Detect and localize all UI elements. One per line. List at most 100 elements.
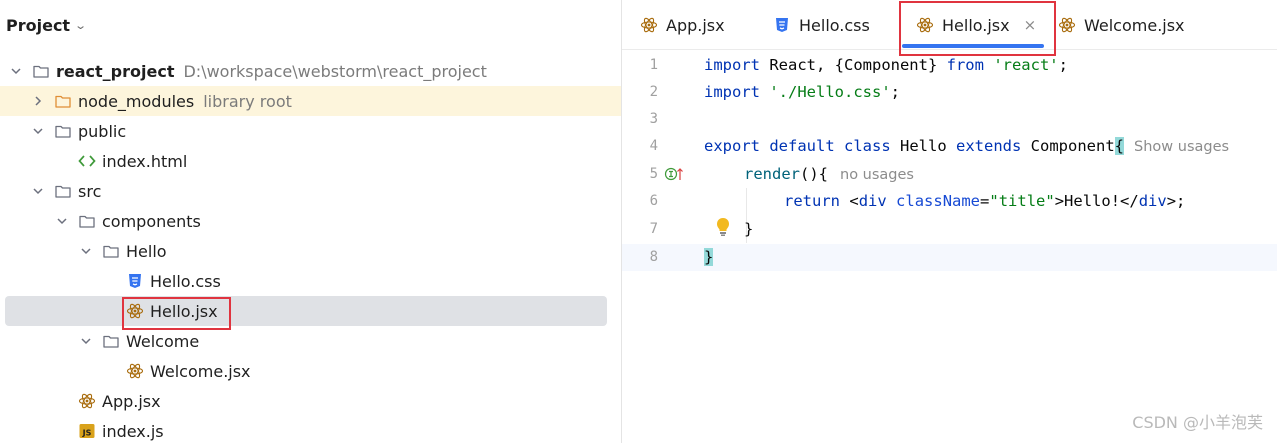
code-token: >Hello!</ xyxy=(1054,192,1139,210)
code-token: class xyxy=(844,137,891,155)
chevron-down-icon[interactable] xyxy=(32,185,44,197)
tab-hello-css[interactable]: Hello.css xyxy=(773,0,870,50)
line-number: 4 xyxy=(649,138,658,154)
tree-item-app-jsx[interactable]: App.jsx xyxy=(0,386,621,416)
folder-icon xyxy=(78,212,96,230)
line-number: 2 xyxy=(649,84,658,100)
project-view-selector[interactable]: Project ⌄ xyxy=(6,14,87,36)
code-token: < xyxy=(849,192,859,210)
code-token: from xyxy=(946,56,984,74)
folder-icon xyxy=(32,62,50,80)
tree-item-hello-css[interactable]: Hello.css xyxy=(0,266,621,296)
react-icon xyxy=(78,392,96,410)
code-token: div xyxy=(858,192,887,210)
code-token: default xyxy=(769,137,835,155)
css-icon xyxy=(773,16,791,34)
code-line-5: render(){no usages xyxy=(744,161,914,188)
code-token: extends xyxy=(956,137,1022,155)
line-number: 5 xyxy=(649,166,658,182)
chevron-down-icon[interactable] xyxy=(32,125,44,137)
library-root-label: library root xyxy=(203,91,292,111)
show-usages-hint[interactable]: Show usages xyxy=(1134,139,1229,155)
code-token: } xyxy=(744,220,754,238)
code-token: Hello xyxy=(890,137,957,155)
chevron-down-icon[interactable] xyxy=(10,65,22,77)
implementation-marker-icon[interactable] xyxy=(664,166,684,185)
code-token: className xyxy=(896,192,981,210)
html-icon xyxy=(78,152,96,170)
tree-item-label: public xyxy=(78,121,127,141)
tree-item-public[interactable]: public xyxy=(0,116,621,146)
tab-label: Welcome.jsx xyxy=(1084,15,1185,35)
folder-icon xyxy=(102,242,120,260)
tree-item-label: App.jsx xyxy=(102,391,161,411)
code-line-6: return <div className="title">Hello!</di… xyxy=(784,188,1185,215)
code-line-2: import './Hello.css'; xyxy=(704,79,900,106)
highlight-box xyxy=(122,297,231,330)
matched-brace: } xyxy=(704,248,714,266)
tree-item-label: Hello xyxy=(126,241,167,261)
tree-item-hello-jsx[interactable]: Hello.jsx xyxy=(5,296,607,326)
editor-tab-bar: App.jsx Hello.css Hello.jsx × Welcome.js… xyxy=(622,0,1277,56)
code-token: 'react' xyxy=(993,56,1059,74)
tree-item-src[interactable]: src xyxy=(0,176,621,206)
folder-icon xyxy=(102,332,120,350)
code-line-8: } xyxy=(704,244,714,271)
tree-item-label: react_project xyxy=(56,61,175,81)
folder-icon xyxy=(54,122,72,140)
code-token: Component xyxy=(1021,137,1115,155)
chevron-down-icon[interactable]: ⌄ xyxy=(74,19,87,32)
tab-label: Hello.css xyxy=(799,15,870,35)
tree-item-index-html[interactable]: index.html xyxy=(0,146,621,176)
line-number: 7 xyxy=(649,221,658,237)
tree-item-components[interactable]: components xyxy=(0,206,621,236)
chevron-down-icon[interactable] xyxy=(80,245,92,257)
tree-item-welcome-folder[interactable]: Welcome xyxy=(0,326,621,356)
chevron-down-icon[interactable] xyxy=(80,335,92,347)
code-token: div xyxy=(1138,192,1167,210)
code-line-4: export default class Hello extends Compo… xyxy=(704,133,1229,160)
project-panel: Project ⌄ react_project D:\workspace\web… xyxy=(0,0,621,443)
code-editor: App.jsx Hello.css Hello.jsx × Welcome.js… xyxy=(622,0,1277,443)
code-token: './Hello.css' xyxy=(769,83,891,101)
js-icon: JS xyxy=(78,422,96,440)
chevron-down-icon[interactable] xyxy=(56,215,68,227)
tree-item-react-project[interactable]: react_project D:\workspace\webstorm\reac… xyxy=(0,56,621,86)
tab-welcome-jsx[interactable]: Welcome.jsx xyxy=(1058,0,1185,50)
line-number: 3 xyxy=(649,111,658,127)
tree-item-hello-folder[interactable]: Hello xyxy=(0,236,621,266)
code-token: return xyxy=(784,192,840,210)
tree-item-path: D:\workspace\webstorm\react_project xyxy=(183,61,487,81)
code-token: >; xyxy=(1166,192,1186,210)
code-token: export xyxy=(704,137,760,155)
react-icon xyxy=(640,16,658,34)
tree-item-node-modules[interactable]: node_modules library root xyxy=(0,86,621,116)
line-number: 1 xyxy=(649,57,658,73)
code-token: React, {Component} xyxy=(760,56,947,74)
code-token: ; xyxy=(1058,56,1068,74)
chevron-right-icon[interactable] xyxy=(32,95,44,107)
tree-item-index-js[interactable]: JS index.js xyxy=(0,416,621,443)
tree-item-label: components xyxy=(102,211,201,231)
folder-icon xyxy=(54,92,72,110)
code-token: import xyxy=(704,83,760,101)
code-area[interactable]: import React, {Component} from 'react'; … xyxy=(704,51,1277,443)
matched-brace: { xyxy=(1114,137,1125,155)
svg-text:JS: JS xyxy=(82,428,92,437)
code-token: = xyxy=(980,192,990,210)
tree-item-label: node_modules xyxy=(78,91,195,111)
tab-app-jsx[interactable]: App.jsx xyxy=(640,0,725,50)
tree-item-label: Welcome xyxy=(126,331,200,351)
no-usages-hint[interactable]: no usages xyxy=(840,167,914,183)
code-token: render xyxy=(744,165,800,183)
code-token: "title" xyxy=(989,192,1055,210)
react-icon xyxy=(1058,16,1076,34)
react-icon xyxy=(126,362,144,380)
tree-item-welcome-jsx[interactable]: Welcome.jsx xyxy=(0,356,621,386)
